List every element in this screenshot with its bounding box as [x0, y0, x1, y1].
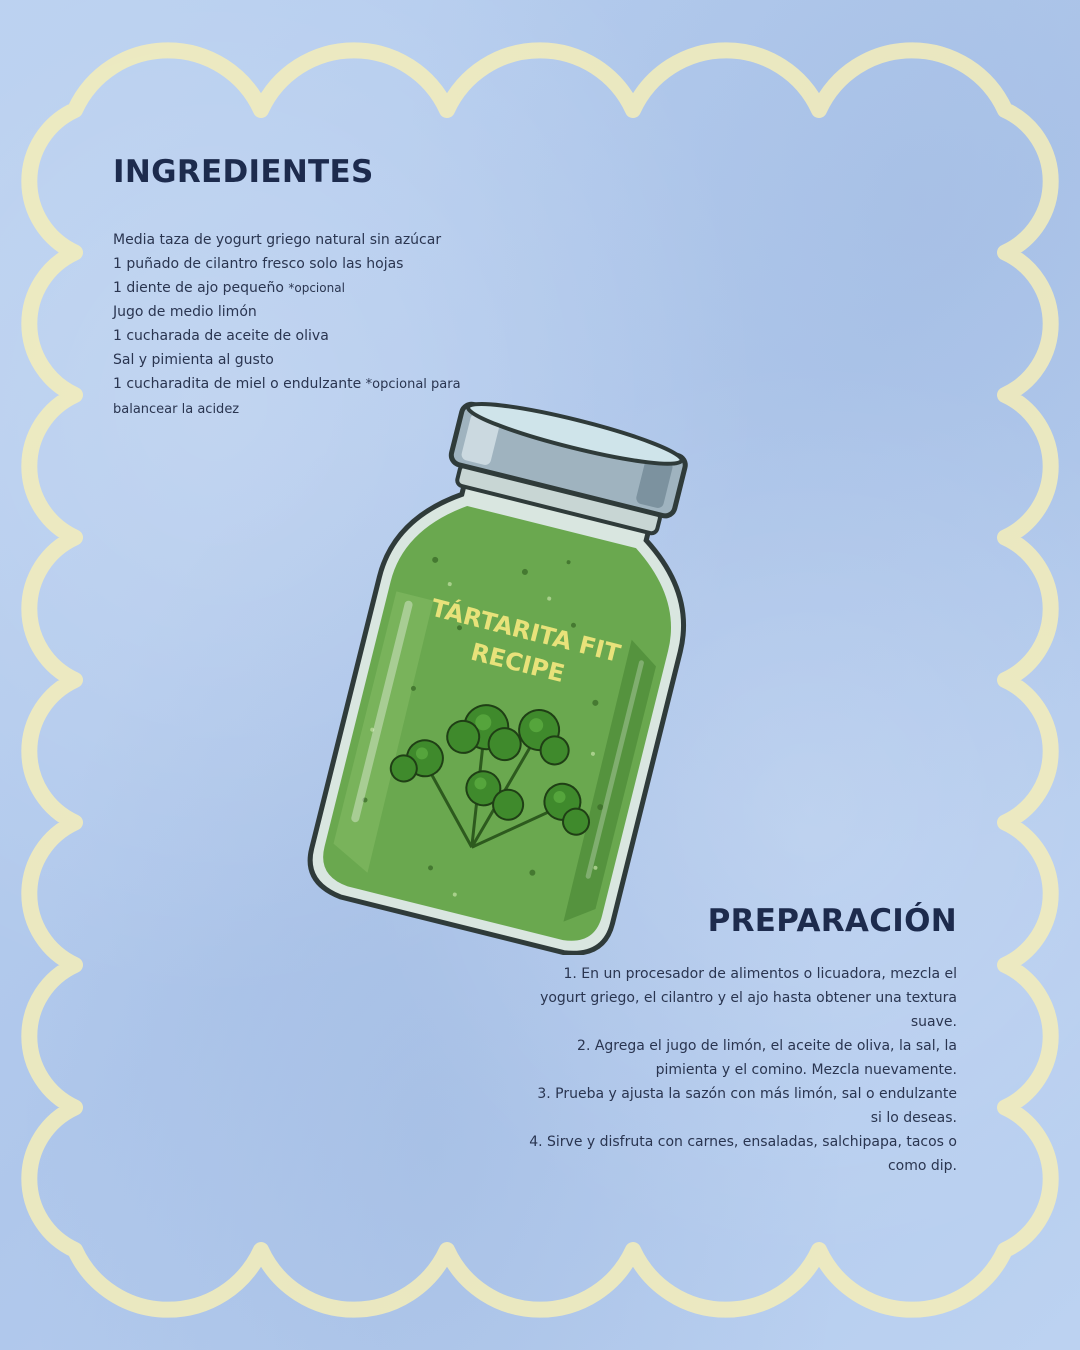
- preparation-step: 4. Sirve y disfruta con carnes, ensalada…: [529, 1134, 957, 1174]
- preparation-step: 3. Prueba y ajusta la sazón con más limó…: [537, 1086, 957, 1126]
- ingredient-item: Sal y pimienta al gusto: [113, 352, 274, 368]
- preparation-step: 1. En un procesador de alimentos o licua…: [540, 966, 957, 1030]
- ingredients-title: INGREDIENTES: [113, 154, 374, 190]
- ingredient-item: 1 diente de ajo pequeño *opcional: [113, 280, 345, 296]
- ingredient-item: 1 puñado de cilantro fresco solo las hoj…: [113, 256, 404, 272]
- preparation-step: 2. Agrega el jugo de limón, el aceite de…: [577, 1038, 957, 1078]
- ingredient-item: Jugo de medio limón: [113, 304, 257, 320]
- ingredient-item: Media taza de yogurt griego natural sin …: [113, 232, 442, 248]
- ingredient-item: 1 cucharada de aceite de oliva: [113, 328, 329, 344]
- preparation-steps: 1. En un procesador de alimentos o licua…: [527, 962, 957, 1178]
- preparation-title: PREPARACIÓN: [707, 903, 957, 939]
- sauce-jar-illustration: TÁRTARITA FIT RECIPE: [307, 401, 688, 955]
